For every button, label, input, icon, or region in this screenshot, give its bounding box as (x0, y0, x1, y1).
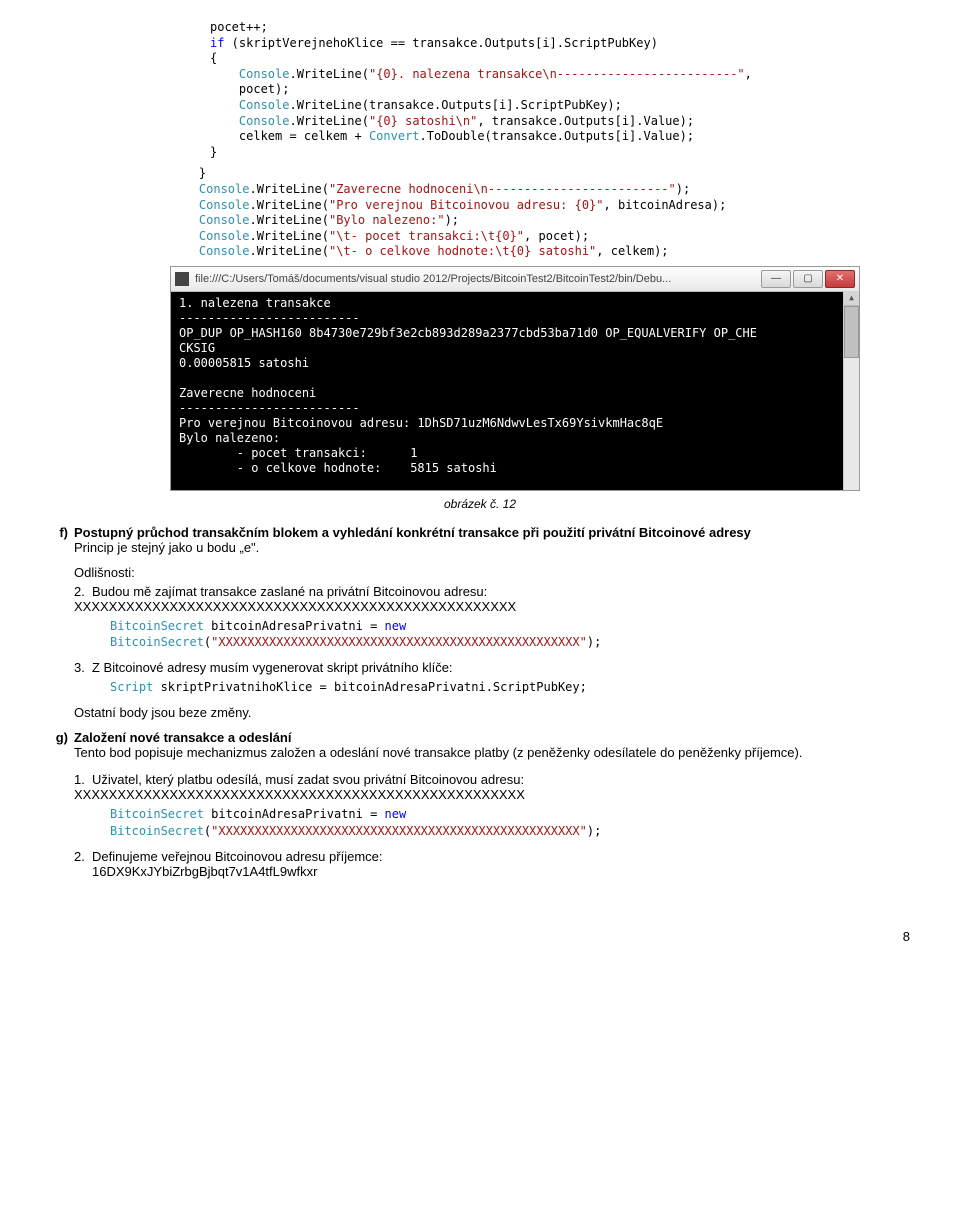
minimize-button[interactable]: — (761, 270, 791, 288)
f-item-2: 2.Budou mě zajímat transakce zaslané na … (74, 584, 920, 614)
console-window: file:///C:/Users/Tomáš/documents/visual … (170, 266, 860, 491)
code-block-1b: } Console.WriteLine("Zaverecne hodnoceni… (170, 166, 920, 260)
f-item-3: 3.Z Bitcoinové adresy musím vygenerovat … (74, 660, 920, 675)
section-f: f) Postupný průchod transakčním blokem a… (40, 525, 751, 555)
section-f-line1: Princip je stejný jako u bodu „e". (74, 540, 259, 555)
scroll-up-icon[interactable]: ▲ (844, 291, 859, 306)
console-output: 1. nalezena transakce ------------------… (171, 292, 859, 490)
f-rest: Ostatní body jsou beze změny. (74, 705, 920, 720)
section-g-heading: Založení nové transakce a odeslání (74, 730, 291, 745)
code-block-1: pocet++; if (skriptVerejnehoKlice == tra… (210, 20, 920, 160)
page-number: 8 (40, 929, 920, 944)
g-item-1: 1.Uživatel, který platbu odesílá, musí z… (74, 772, 920, 802)
code-block-f3: Script skriptPrivatnihoKlice = bitcoinAd… (110, 679, 920, 695)
list-letter-g: g) (40, 730, 74, 760)
section-g: g) Založení nové transakce a odeslání Te… (40, 730, 802, 760)
app-icon (175, 272, 189, 286)
code-block-g1: BitcoinSecret bitcoinAdresaPrivatni = ne… (110, 806, 920, 838)
list-letter-f: f) (40, 525, 74, 555)
window-title: file:///C:/Users/Tomáš/documents/visual … (195, 273, 755, 285)
section-g-line1: Tento bod popisuje mechanizmus založen a… (74, 745, 802, 760)
section-f-heading: Postupný průchod transakčním blokem a vy… (74, 525, 751, 540)
scrollbar[interactable]: ▲ (843, 291, 859, 490)
code-block-f2: BitcoinSecret bitcoinAdresaPrivatni = ne… (110, 618, 920, 650)
scroll-thumb[interactable] (844, 306, 859, 358)
g-item-2: 2.Definujeme veřejnou Bitcoinovou adresu… (74, 849, 920, 879)
titlebar[interactable]: file:///C:/Users/Tomáš/documents/visual … (171, 267, 859, 292)
odlisnosti-label: Odlišnosti: (74, 565, 920, 580)
maximize-button[interactable]: ▢ (793, 270, 823, 288)
close-button[interactable]: ✕ (825, 270, 855, 288)
figure-caption: obrázek č. 12 (40, 497, 920, 511)
